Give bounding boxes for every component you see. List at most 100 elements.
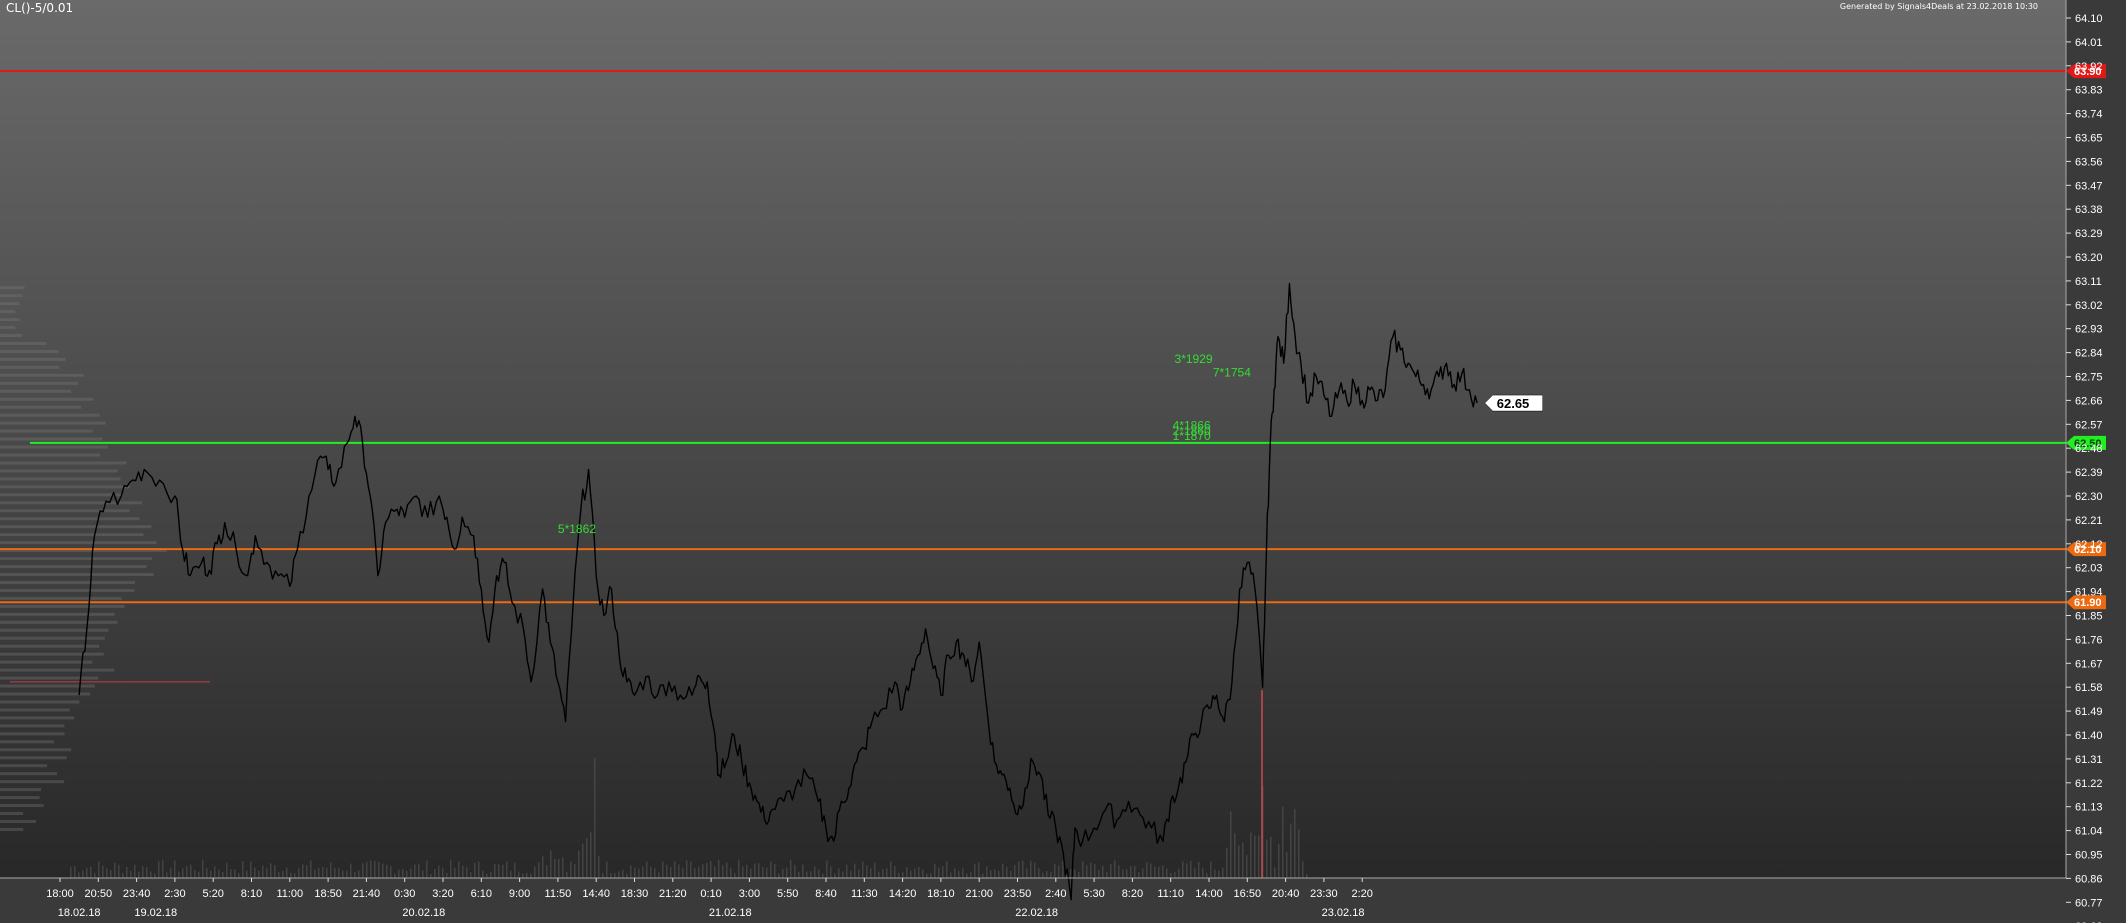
volume-bar: [506, 861, 508, 878]
x-tick-label: 5:30: [1083, 888, 1104, 900]
profile-bar: [0, 326, 16, 330]
y-tick-label: 62.48: [2075, 443, 2103, 455]
volume-bar: [1186, 863, 1188, 878]
x-tick-label: 11:10: [1157, 888, 1184, 900]
volume-bar: [626, 873, 628, 878]
volume-bar: [918, 866, 920, 878]
volume-bar: [982, 873, 984, 878]
volume-bar: [854, 863, 856, 878]
volume-bar: [474, 862, 476, 878]
chart-canvas: 63.9062.5062.1061.90 5*18623*19297*17544…: [0, 0, 2106, 923]
volume-bar: [158, 860, 160, 878]
volume-bar: [830, 866, 832, 878]
volume-bar: [550, 850, 552, 878]
volume-bar: [910, 870, 912, 878]
volume-bar: [1110, 864, 1112, 878]
profile-bar: [0, 573, 154, 577]
volume-bar: [534, 866, 536, 878]
volume-bar: [950, 872, 952, 878]
volume-bar: [302, 864, 304, 878]
signal-label: 5*1862: [558, 522, 596, 536]
volume-bar: [130, 870, 132, 878]
volume-bar: [1034, 862, 1036, 878]
credit-text: Generated by Signals4Deals at 23.02.2018…: [1839, 2, 2038, 11]
volume-bar: [1006, 867, 1008, 878]
volume-bar: [614, 873, 616, 878]
volume-bar: [850, 870, 852, 878]
profile-bar: [0, 469, 118, 473]
volume-bar: [882, 869, 884, 878]
volume-bar: [702, 864, 704, 878]
profile-bar: [0, 764, 48, 768]
volume-bar: [1302, 861, 1304, 878]
y-tick-label: 61.58: [2075, 682, 2103, 694]
volume-bar: [98, 861, 100, 878]
volume-bar: [686, 860, 688, 878]
volume-bar: [538, 862, 540, 878]
volume-bar: [1250, 832, 1252, 878]
y-tick-label: 61.13: [2075, 802, 2103, 814]
volume-bar: [894, 866, 896, 878]
volume-bar: [146, 867, 148, 878]
volume-bar: [282, 870, 284, 878]
volume-bar: [1166, 868, 1168, 878]
volume-bar: [1070, 869, 1072, 878]
volume-bar: [1046, 871, 1048, 878]
profile-bar: [0, 525, 152, 529]
volume-bar: [618, 871, 620, 878]
profile-bar: [0, 477, 121, 481]
volume-bar: [82, 870, 84, 878]
last-price-marker: 62.65: [1484, 394, 1544, 412]
volume-bar: [162, 860, 164, 878]
x-tick-label: 0:10: [700, 888, 721, 900]
volume-bar: [986, 866, 988, 878]
volume-bar: [674, 861, 676, 878]
x-tick-label: 16:50: [1234, 888, 1262, 900]
x-tick-label: 18:50: [314, 888, 342, 900]
profile-bar: [0, 517, 140, 521]
volume-bar: [342, 870, 344, 878]
x-tick-label: 2:40: [1045, 888, 1066, 900]
x-tick-label: 18:10: [927, 888, 955, 900]
volume-bar: [326, 867, 328, 878]
volume-bar: [462, 865, 464, 878]
x-date-label: 23.02.18: [1322, 907, 1365, 919]
volume-bar: [666, 864, 668, 878]
volume-bar: [258, 870, 260, 878]
volume-bar: [450, 860, 452, 878]
profile-bar: [0, 628, 109, 632]
y-tick-label: 63.47: [2075, 180, 2103, 192]
volume-bar: [546, 865, 548, 878]
volume-bar: [790, 860, 792, 878]
volume-bar: [266, 868, 268, 878]
y-tick-label: 61.22: [2075, 778, 2103, 790]
volume-bar: [102, 865, 104, 878]
profile-bar: [0, 405, 82, 409]
y-tick-label: 63.56: [2075, 156, 2103, 168]
volume-bar: [1002, 863, 1004, 878]
y-tick-label: 61.67: [2075, 658, 2103, 670]
volume-bar: [694, 868, 696, 878]
volume-bar: [1058, 865, 1060, 878]
x-tick-label: 11:00: [276, 888, 303, 900]
volume-bar: [426, 860, 428, 878]
volume-bar: [994, 869, 996, 878]
volume-bar: [1274, 867, 1276, 878]
y-tick-label: 63.65: [2075, 133, 2103, 145]
y-tick-label: 64.01: [2075, 37, 2103, 49]
profile-bar: [0, 453, 101, 457]
volume-spike: [1261, 690, 1263, 878]
profile-bar: [0, 341, 47, 345]
signal-label: 1*1870: [1173, 429, 1211, 443]
volume-bar: [630, 865, 632, 878]
volume-bar: [746, 864, 748, 878]
volume-bar: [1054, 863, 1056, 878]
volume-bar: [78, 872, 80, 878]
x-tick-label: 21:40: [353, 888, 381, 900]
volume-bar: [954, 868, 956, 878]
volume-bar: [602, 872, 604, 878]
x-tick-label: 23:40: [123, 888, 151, 900]
volume-bar: [858, 869, 860, 878]
volume-bar: [742, 866, 744, 878]
volume-bar: [990, 870, 992, 878]
